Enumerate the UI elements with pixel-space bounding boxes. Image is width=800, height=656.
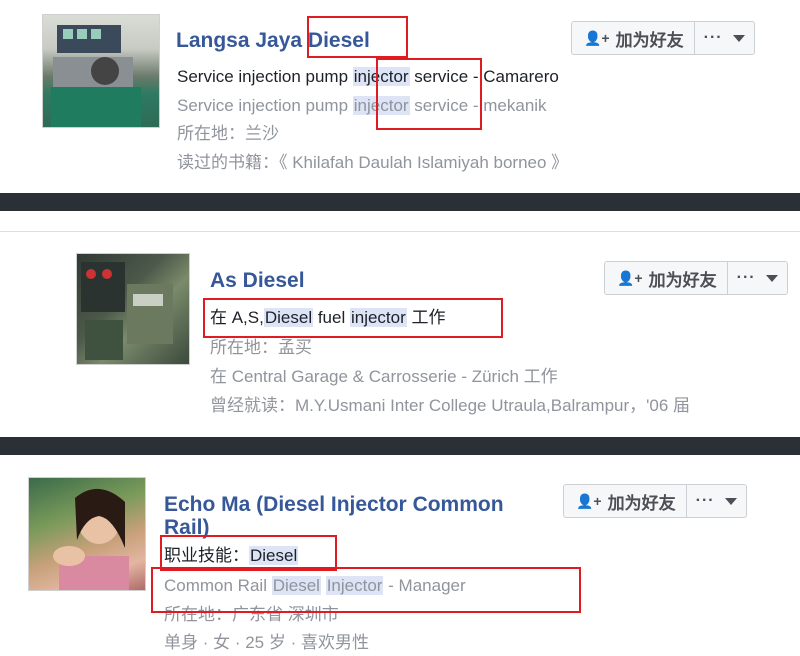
friend-actions: 👤+ 加为好友 ···: [563, 484, 747, 518]
more-dots: ···: [736, 269, 756, 286]
annotation-box: [376, 58, 482, 130]
separator: [0, 231, 800, 232]
more-dots: ···: [703, 29, 723, 46]
profile-photo[interactable]: [42, 14, 160, 128]
annotation-box: [160, 535, 337, 571]
friend-actions: 👤+ 加为好友 ···: [571, 21, 755, 55]
cropped-text-remnant: [215, 211, 495, 217]
text: Service injection pump: [177, 67, 353, 86]
more-options-button[interactable]: ···: [694, 21, 755, 55]
caret-down-icon: [765, 274, 778, 282]
friend-actions: 👤+ 加为好友 ···: [604, 261, 788, 295]
add-friend-button[interactable]: 👤+ 加为好友: [563, 484, 687, 518]
result-work: 在 Central Garage & Carrosserie - Zürich …: [210, 367, 558, 386]
result-location: 所在地：兰沙: [177, 124, 279, 143]
caret-down-icon: [724, 497, 737, 505]
name-line[interactable]: Echo Ma (Diesel Injector Common: [164, 493, 504, 516]
result-location: 所在地：孟买: [210, 338, 312, 357]
result-name[interactable]: As Diesel: [210, 268, 305, 293]
search-result-3: Echo Ma (Diesel Injector Common Rail) 职业…: [0, 455, 800, 656]
text: Service injection pump: [177, 96, 353, 115]
divider: [0, 437, 800, 455]
annotation-box: [151, 567, 581, 613]
annotation-box: [307, 16, 408, 58]
result-name[interactable]: Echo Ma (Diesel Injector Common Rail): [164, 493, 504, 539]
add-friend-icon: 👤+: [576, 492, 602, 509]
more-options-button[interactable]: ···: [686, 484, 747, 518]
add-friend-button[interactable]: 👤+ 加为好友: [571, 21, 695, 55]
add-friend-icon: 👤+: [584, 29, 610, 46]
result-line-2: Service injection pump injector service …: [177, 95, 547, 117]
result-details: 单身 · 女 · 25 岁 · 喜欢男性: [164, 633, 369, 652]
add-friend-button[interactable]: 👤+ 加为好友: [604, 261, 728, 295]
add-friend-label: 加为好友: [615, 30, 684, 50]
add-friend-label: 加为好友: [607, 493, 676, 513]
result-education: 曾经就读：M.Y.Usmani Inter College Utraula,Ba…: [210, 396, 691, 415]
add-friend-label: 加为好友: [648, 270, 717, 290]
injector-test-bench-image: [51, 25, 141, 127]
profile-photo[interactable]: [28, 477, 146, 591]
profile-photo[interactable]: [76, 253, 190, 365]
more-dots: ···: [695, 492, 715, 509]
name-part[interactable]: Langsa Jaya: [176, 29, 308, 52]
profile-portrait-image: [53, 488, 129, 590]
divider: [0, 193, 800, 211]
result-books: 读过的书籍：《 Khilafah Daulah Islamiyah borneo…: [177, 153, 569, 172]
add-friend-icon: 👤+: [617, 269, 643, 286]
result-line-1: Service injection pump injector service …: [177, 66, 559, 88]
injector-machine-image: [81, 262, 173, 360]
search-result-2: As Diesel 在 A,S,Diesel fuel injector 工作 …: [0, 211, 800, 437]
annotation-box: [203, 298, 503, 338]
more-options-button[interactable]: ···: [727, 261, 788, 295]
search-result-1: Langsa Jaya Diesel Service injection pum…: [0, 0, 800, 193]
caret-down-icon: [732, 34, 745, 42]
